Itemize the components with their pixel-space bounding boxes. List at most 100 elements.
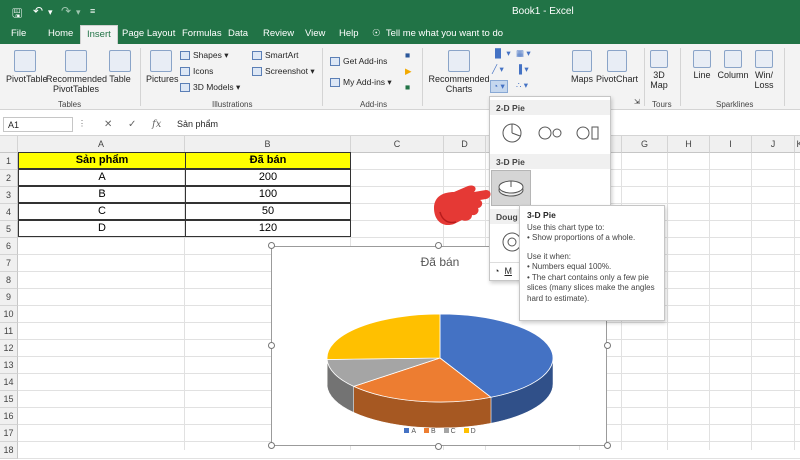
resize-handle[interactable] xyxy=(604,442,611,449)
row-header-2[interactable]: 2 xyxy=(0,170,18,187)
more-pie-charts-item[interactable]: ◔ M xyxy=(490,262,520,280)
row-header-8[interactable]: 8 xyxy=(0,272,18,289)
tab-data[interactable]: Data xyxy=(228,28,248,39)
resize-handle[interactable] xyxy=(268,242,275,249)
my-addins-button[interactable]: My Add-ins ▾ xyxy=(330,77,392,88)
row-header-5[interactable]: 5 xyxy=(0,221,18,238)
hierarchy-chart-icon[interactable]: ▦ ▾ xyxy=(516,48,531,59)
row-header-1[interactable]: 1 xyxy=(0,153,18,170)
tooltip-text: • Numbers equal 100%. xyxy=(527,262,657,273)
undo-dropdown-icon[interactable]: ▾ xyxy=(48,7,53,18)
resize-handle[interactable] xyxy=(435,443,442,450)
column-chart-icon[interactable]: ▐▌ ▾ xyxy=(492,48,511,59)
tell-me-search[interactable]: ☉ Tell me what you want to do xyxy=(372,28,503,39)
pictures-button[interactable]: Pictures xyxy=(146,50,176,84)
sparkline-line-button[interactable]: Line xyxy=(690,50,714,80)
table-cell[interactable]: 200 xyxy=(185,169,351,186)
resize-handle[interactable] xyxy=(268,342,275,349)
column-header-c[interactable]: C xyxy=(351,136,444,153)
chart-legend[interactable]: A B C D xyxy=(272,428,608,435)
pie-chart-icon[interactable]: ◔ ▾ xyxy=(490,80,508,93)
tab-insert[interactable]: Insert xyxy=(80,25,118,44)
tab-file[interactable]: File xyxy=(11,28,26,39)
customize-qat-icon[interactable]: ≡ xyxy=(90,6,95,16)
line-chart-icon[interactable]: ╱ ▾ xyxy=(492,64,504,75)
cancel-icon[interactable]: ✕ xyxy=(104,119,112,130)
column-header-b[interactable]: B xyxy=(185,136,351,153)
tab-home[interactable]: Home xyxy=(48,28,73,39)
column-header-a[interactable]: A xyxy=(18,136,185,153)
row-header-6[interactable]: 6 xyxy=(0,238,18,255)
pivotchart-button[interactable]: PivotChart xyxy=(596,50,638,84)
table-button[interactable]: Table xyxy=(107,50,133,84)
row-header-7[interactable]: 7 xyxy=(0,255,18,272)
table-cell[interactable]: 50 xyxy=(185,203,351,220)
table-cell[interactable]: A xyxy=(18,169,186,186)
row-header-9[interactable]: 9 xyxy=(0,289,18,306)
tab-page-layout[interactable]: Page Layout xyxy=(122,28,175,39)
bing-icon[interactable]: ▶ xyxy=(405,66,412,77)
row-header-14[interactable]: 14 xyxy=(0,374,18,391)
table-header-product[interactable]: Sản phẩm xyxy=(18,152,186,169)
pivottable-button[interactable]: PivotTable xyxy=(6,50,44,84)
select-all-corner[interactable] xyxy=(0,136,18,153)
undo-icon[interactable]: ↶ xyxy=(33,4,43,18)
insert-function-icon[interactable]: fx xyxy=(152,119,161,130)
table-cell[interactable]: 120 xyxy=(185,220,351,237)
row-header-18[interactable]: 18 xyxy=(0,442,18,459)
smartart-button[interactable]: SmartArt xyxy=(252,50,299,60)
recommended-pivottables-button[interactable]: Recommended PivotTables xyxy=(46,50,106,94)
people-graph-icon[interactable]: ■ xyxy=(405,82,410,92)
row-header-17[interactable]: 17 xyxy=(0,425,18,442)
sparkline-winloss-button[interactable]: Win/ Loss xyxy=(752,50,776,90)
tab-review[interactable]: Review xyxy=(263,28,294,39)
tab-view[interactable]: View xyxy=(305,28,325,39)
get-addins-button[interactable]: Get Add-ins xyxy=(330,56,387,66)
maps-button[interactable]: Maps xyxy=(568,50,596,84)
screenshot-button[interactable]: Screenshot ▾ xyxy=(252,66,315,77)
tab-formulas[interactable]: Formulas xyxy=(182,28,222,39)
shapes-button[interactable]: Shapes ▾ xyxy=(180,50,228,61)
column-header-g[interactable]: G xyxy=(622,136,668,153)
table-cell[interactable]: D xyxy=(18,220,186,237)
column-header-h[interactable]: H xyxy=(668,136,710,153)
visio-icon[interactable]: ■ xyxy=(405,50,410,60)
tab-help[interactable]: Help xyxy=(339,28,359,39)
3d-pie-option[interactable] xyxy=(491,170,531,206)
column-header-d[interactable]: D xyxy=(444,136,486,153)
recommended-charts-button[interactable]: Recommended Charts xyxy=(428,50,490,94)
3d-models-button[interactable]: 3D Models ▾ xyxy=(180,82,240,93)
row-header-3[interactable]: 3 xyxy=(0,187,18,204)
row-header-11[interactable]: 11 xyxy=(0,323,18,340)
column-header-i[interactable]: I xyxy=(710,136,752,153)
2d-pie-icon[interactable] xyxy=(500,121,524,145)
row-header-12[interactable]: 12 xyxy=(0,340,18,357)
row-header-4[interactable]: 4 xyxy=(0,204,18,221)
sparkline-column-button[interactable]: Column xyxy=(716,50,750,80)
column-header-k[interactable]: K xyxy=(795,136,800,153)
table-cell[interactable]: C xyxy=(18,203,186,220)
charts-dialog-launcher-icon[interactable]: ⇲ xyxy=(634,98,640,106)
pie-slice-d[interactable] xyxy=(327,314,440,359)
3d-map-button[interactable]: 3D Map xyxy=(648,50,670,90)
table-header-sold[interactable]: Đã bán xyxy=(185,152,351,169)
row-header-16[interactable]: 16 xyxy=(0,408,18,425)
resize-handle[interactable] xyxy=(604,342,611,349)
row-header-13[interactable]: 13 xyxy=(0,357,18,374)
bar-of-pie-icon[interactable] xyxy=(574,121,602,145)
table-cell[interactable]: 100 xyxy=(185,186,351,203)
enter-icon[interactable]: ✓ xyxy=(128,119,136,130)
icons-button[interactable]: Icons xyxy=(180,66,213,76)
column-header-j[interactable]: J xyxy=(752,136,795,153)
name-box[interactable]: A1 xyxy=(3,117,73,132)
save-icon[interactable]: 🖫 xyxy=(12,4,22,25)
pie-of-pie-icon[interactable] xyxy=(536,121,564,145)
row-header-15[interactable]: 15 xyxy=(0,391,18,408)
resize-handle[interactable] xyxy=(435,242,442,249)
statistic-chart-icon[interactable]: ▐ ▾ xyxy=(516,64,529,75)
table-cell[interactable]: B xyxy=(18,186,186,203)
scatter-chart-icon[interactable]: ∴ ▾ xyxy=(516,80,528,91)
formula-input[interactable]: Sản phẩm xyxy=(173,117,222,131)
resize-handle[interactable] xyxy=(268,442,275,449)
row-header-10[interactable]: 10 xyxy=(0,306,18,323)
